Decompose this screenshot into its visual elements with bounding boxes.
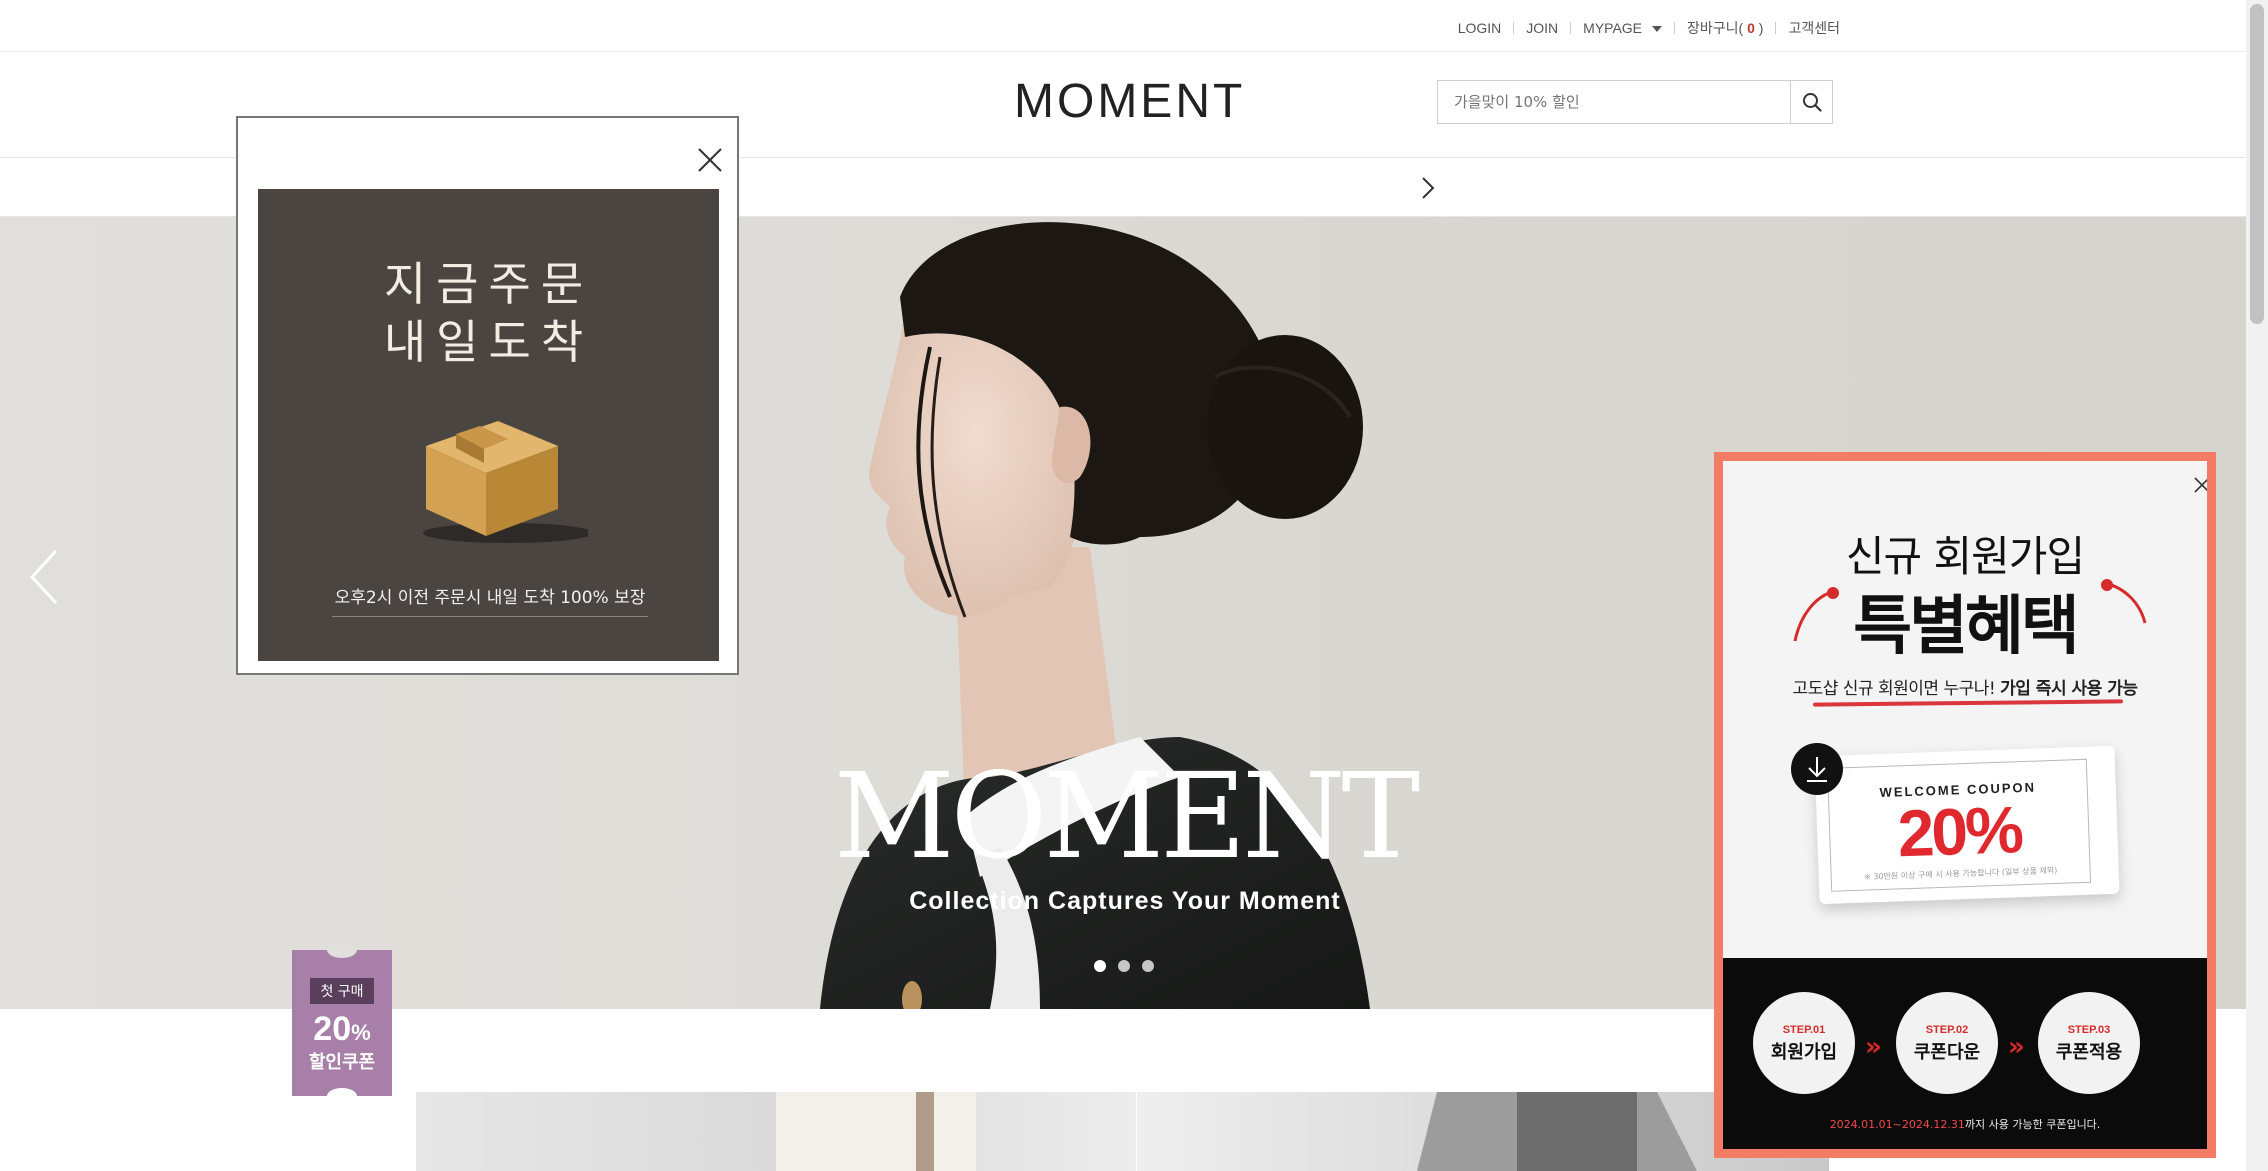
hero-subtitle: Collection Captures Your Moment: [909, 887, 1341, 915]
delivery-headline: 지금주문 내일도착: [258, 255, 719, 371]
coupon-tag: 첫 구매: [310, 978, 374, 1004]
cart-link[interactable]: 장바구니( 0 ): [1675, 18, 1775, 38]
download-icon: [1807, 757, 1827, 782]
slider-dot-2[interactable]: [1118, 960, 1130, 972]
signup-description-text: 고도샵 신규 회원이면 누구나!: [1792, 679, 2001, 699]
signup-benefit-popup: 신규 회원가입 특별혜택 고도샵 신규 회원이면 누구나! 가입 즉시 사용 가…: [1714, 452, 2216, 1158]
step-title: 쿠폰적용: [2055, 1042, 2123, 1063]
delivery-popup: 지금주문 내일도착 오후2시 이전 주문시 내일 도착 100% 보장: [236, 116, 739, 675]
product-image: [776, 1092, 976, 1171]
step-number: STEP.02: [1925, 1024, 1969, 1036]
coupon-validity: 2024.01.01~2024.12.31까지 사용 가능한 쿠폰입니다.: [1723, 1116, 2207, 1132]
validity-dates: 2024.01.01~2024.12.31: [1829, 1118, 1965, 1131]
search-box: [1437, 80, 1833, 124]
signup-banner[interactable]: 신규 회원가입 특별혜택 고도샵 신규 회원이면 누구나! 가입 즉시 사용 가…: [1723, 461, 2207, 1149]
slider-dot-3[interactable]: [1142, 960, 1154, 972]
page-scrollbar[interactable]: [2246, 0, 2268, 1171]
double-chevron-icon: »: [1865, 1032, 1882, 1062]
coupon-percent-sign: %: [351, 1020, 371, 1045]
signup-steps: STEP.01 회원가입 » STEP.02 쿠폰다운 » STEP.03 쿠폰…: [1723, 958, 2207, 1149]
step-signup: STEP.01 회원가입: [1753, 992, 1855, 1094]
delivery-headline-line2: 내일도착: [383, 315, 594, 369]
search-button[interactable]: [1790, 81, 1832, 123]
delivery-headline-line1: 지금주문: [383, 257, 594, 311]
chevron-left-icon: [29, 549, 58, 605]
product-thumbnail[interactable]: [416, 1092, 1136, 1171]
cart-label-end: ): [1758, 20, 1764, 36]
utility-bar: LOGIN JOIN MYPAGE 장바구니( 0 ) 고객센터: [0, 0, 2246, 52]
welcome-coupon[interactable]: WELCOME COUPON 20% ※ 30만원 이상 구매 시 사용 가능합…: [1814, 745, 2120, 905]
customer-center-link[interactable]: 고객센터: [1776, 18, 1852, 38]
step-coupon-apply: STEP.03 쿠폰적용: [2038, 992, 2140, 1094]
close-icon[interactable]: [696, 146, 724, 174]
coupon-percent: 20%: [292, 1012, 392, 1046]
ticket-notch: [327, 942, 357, 958]
step-number: STEP.03: [2067, 1024, 2111, 1036]
slider-prev-button[interactable]: [28, 549, 60, 605]
scrollbar-thumb[interactable]: [2250, 4, 2264, 324]
package-box-icon: [423, 421, 588, 543]
ticket-notch: [327, 1088, 357, 1104]
double-chevron-icon: »: [2008, 1032, 2025, 1062]
first-purchase-coupon-tab[interactable]: 첫 구매 20% 할인쿠폰: [292, 942, 392, 1104]
mypage-menu[interactable]: MYPAGE: [1571, 20, 1674, 36]
hero-title: MOMENT: [833, 747, 1420, 885]
step-title: 회원가입: [1770, 1042, 1838, 1063]
close-icon[interactable]: [2192, 475, 2207, 495]
join-link[interactable]: JOIN: [1514, 20, 1570, 36]
signup-description: 고도샵 신규 회원이면 누구나! 가입 즉시 사용 가능: [1723, 674, 2207, 699]
signup-description-bold: 가입 즉시 사용 가능: [2000, 679, 2138, 699]
slider-dot-1[interactable]: [1094, 960, 1106, 972]
delivery-banner[interactable]: 지금주문 내일도착 오후2시 이전 주문시 내일 도착 100% 보장: [258, 189, 719, 661]
brush-underline: [1812, 699, 2124, 707]
step-coupon-download: STEP.02 쿠폰다운: [1896, 992, 1998, 1094]
cart-count: 0: [1747, 20, 1755, 36]
login-link[interactable]: LOGIN: [1446, 20, 1514, 36]
step-title: 쿠폰다운: [1913, 1042, 1981, 1063]
signup-highlight: 특별혜택: [1853, 590, 2080, 664]
slider-pagination: [1094, 960, 1154, 972]
site-logo[interactable]: MOMENT: [1014, 74, 1245, 129]
cart-label: 장바구니(: [1687, 20, 1744, 36]
mypage-label: MYPAGE: [1583, 20, 1643, 36]
nav-next-chevron-icon[interactable]: [1416, 173, 1440, 203]
validity-text: 까지 사용 가능한 쿠폰입니다.: [1964, 1118, 2101, 1131]
search-input[interactable]: [1438, 81, 1788, 123]
step-number: STEP.01: [1782, 1024, 1826, 1036]
delivery-guarantee-note: 오후2시 이전 주문시 내일 도착 100% 보장: [332, 583, 648, 617]
coupon-label: 할인쿠폰: [308, 1052, 376, 1073]
search-icon: [1802, 93, 1822, 112]
caret-down-icon: [1652, 26, 1663, 33]
coupon-border: WELCOME COUPON 20% ※ 30만원 이상 구매 시 사용 가능합…: [1826, 758, 2092, 892]
utility-nav: LOGIN JOIN MYPAGE 장바구니( 0 ) 고객센터: [1446, 18, 1852, 38]
coupon-download-button[interactable]: [1791, 743, 1843, 795]
coupon-percent-value: 20: [313, 1010, 352, 1048]
coupon-discount: 20%: [1896, 792, 2023, 871]
